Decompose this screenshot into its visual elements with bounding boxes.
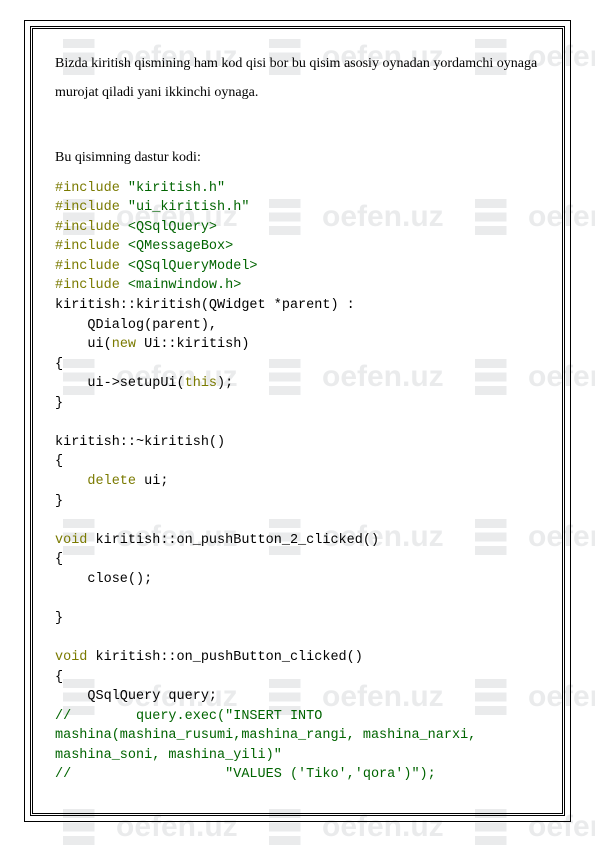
page: Bizda kiritish qismining ham kod qisi bo… <box>0 0 595 842</box>
code-comment: // "VALUES ('Tiko','qora')"); <box>55 767 436 782</box>
code-line: ui->setupUi( <box>55 376 185 391</box>
code-line: } <box>55 494 63 509</box>
code-line: close(); <box>55 572 152 587</box>
code-line <box>55 474 87 489</box>
code-line: QSqlQuery query; <box>55 689 217 704</box>
code-line: } <box>55 611 63 626</box>
code-literal: "kiritish.h" <box>120 181 225 196</box>
code-keyword: delete <box>87 474 136 489</box>
code-line: QDialog(parent), <box>55 318 217 333</box>
code-keyword: #include <box>55 181 120 196</box>
inner-frame: Bizda kiritish qismining ham kod qisi bo… <box>30 26 565 816</box>
code-line: ); <box>217 376 233 391</box>
code-keyword: #include <box>55 239 120 254</box>
code-line: kiritish::~kiritish() <box>55 435 225 450</box>
code-keyword: this <box>185 376 217 391</box>
code-line: { <box>55 454 63 469</box>
code-literal: <QMessageBox> <box>120 239 233 254</box>
code-keyword: void <box>55 650 87 665</box>
code-literal: "ui_kiritish.h" <box>120 200 250 215</box>
code-keyword: #include <box>55 278 120 293</box>
code-line: ui; <box>136 474 168 489</box>
code-keyword: #include <box>55 259 120 274</box>
code-line: Ui::kiritish) <box>136 337 249 352</box>
code-line: kiritish::on_pushButton_2_clicked() <box>87 533 379 548</box>
code-line: { <box>55 552 63 567</box>
code-block: #include "kiritish.h" #include "ui_kirit… <box>55 179 540 785</box>
code-literal: <QSqlQuery> <box>120 220 217 235</box>
code-line: { <box>55 670 63 685</box>
code-literal: <mainwindow.h> <box>120 278 242 293</box>
code-line: ui( <box>55 337 112 352</box>
code-line: kiritish::kiritish(QWidget *parent) : <box>55 298 355 313</box>
paragraph-2: Bu qisimning dastur kodi: <box>55 143 540 172</box>
code-comment: // query.exec("INSERT INTO mashina(mashi… <box>55 709 484 763</box>
code-keyword: new <box>112 337 136 352</box>
body-text: Bizda kiritish qismining ham kod qisi bo… <box>55 49 540 173</box>
paragraph-1: Bizda kiritish qismining ham kod qisi bo… <box>55 49 540 108</box>
code-line: { <box>55 357 63 372</box>
code-line: } <box>55 396 63 411</box>
code-keyword: #include <box>55 200 120 215</box>
code-literal: <QSqlQueryModel> <box>120 259 258 274</box>
code-keyword: #include <box>55 220 120 235</box>
code-line: kiritish::on_pushButton_clicked() <box>87 650 362 665</box>
code-keyword: void <box>55 533 87 548</box>
